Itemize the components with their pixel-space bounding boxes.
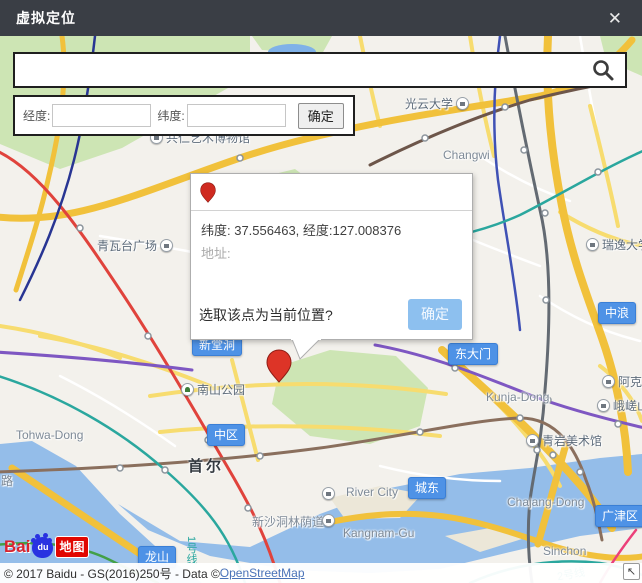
baidu-logo-text: Bai [4, 537, 30, 557]
museum-icon [602, 375, 615, 388]
popup-tail [285, 339, 327, 361]
pan-corner-icon[interactable]: ↖ [623, 563, 640, 580]
latitude-field[interactable] [187, 104, 286, 127]
window-title: 虚拟定位 [16, 8, 76, 28]
search-icon[interactable] [591, 58, 615, 82]
map-label-plaza: 青瓦台广场 [97, 237, 173, 254]
location-popup: 纬度: 37.556463, 经度:127.008376 地址: 选取该点为当前… [190, 173, 473, 340]
latitude-label: 纬度: [157, 107, 184, 124]
map-label-area: Chajang-Dong [507, 495, 584, 509]
popup-footer: 选取该点为当前位置? 确定 [199, 299, 462, 330]
map-canvas[interactable]: 光云大学 Changwi 瑞逸大学 中浪 东大门 Kunja-Dong 阿克力 … [0, 36, 642, 583]
close-icon[interactable]: ✕ [604, 8, 626, 29]
title-bar: 虚拟定位 ✕ [0, 0, 642, 36]
map-label-area: Changwi [443, 148, 490, 162]
longitude-field[interactable] [52, 104, 151, 127]
popup-address-label: 地址: [201, 243, 462, 262]
museum-icon [526, 434, 539, 447]
map-label-street: 新沙洞林荫道 [252, 513, 324, 530]
search-input[interactable] [15, 54, 591, 86]
district-badge: 城东 [408, 477, 446, 499]
map-label-area: River City [346, 485, 398, 499]
openstreetmap-link[interactable]: OpenStreetMap [220, 566, 305, 580]
university-icon [586, 238, 599, 251]
district-badge: 东大门 [448, 343, 498, 365]
district-badge: 中浪 [598, 302, 636, 324]
popup-header [191, 174, 472, 211]
map-label-city: 首尔 [188, 455, 224, 476]
map-attribution: © 2017 Baidu - GS(2016)250号 - Data © Ope… [0, 563, 642, 583]
map-label-park: 南山公园 [181, 381, 245, 398]
district-badge: 广津区 [595, 505, 642, 527]
baidu-logo: Bai du 地图 [4, 536, 89, 558]
popup-coordinates: 纬度: 37.556463, 经度:127.008376 [201, 220, 462, 239]
longitude-label: 经度: [23, 107, 50, 124]
popup-question: 选取该点为当前位置? [199, 305, 333, 325]
district-badge: 中区 [207, 424, 245, 446]
tree-icon [181, 383, 194, 396]
attribution-text: © 2017 Baidu - GS(2016)250号 - Data © [4, 565, 220, 582]
map-label-area: Sinchon [543, 544, 586, 558]
red-pin-icon [200, 181, 216, 204]
search-bar [13, 52, 627, 88]
popup-body: 纬度: 37.556463, 经度:127.008376 地址: [191, 211, 472, 262]
map-label-road: 路 [1, 472, 13, 489]
map-label-poi: 峨嵯山 [597, 397, 642, 414]
museum-icon [597, 399, 610, 412]
plaza-icon [160, 239, 173, 252]
map-label-area: Kangnam-Gu [343, 526, 414, 540]
baidu-map-badge: 地图 [55, 536, 89, 558]
map-label-poi: 阿克力 [602, 373, 642, 390]
coordinate-confirm-button[interactable]: 确定 [298, 103, 344, 129]
poi-icon [322, 487, 335, 500]
map-label-university: 瑞逸大学 [586, 236, 642, 253]
virtual-location-window: 虚拟定位 ✕ [0, 0, 642, 583]
map-label-area: Kunja-Dong [486, 390, 549, 404]
poi-icon [322, 514, 335, 527]
popup-confirm-button[interactable]: 确定 [408, 299, 462, 330]
metro-line-label: 1号线 [183, 536, 199, 564]
map-label-university: 光云大学 [405, 95, 469, 112]
coordinate-form: 经度: 纬度: 确定 [13, 95, 355, 136]
map-label-area: Tohwa-Dong [16, 428, 83, 442]
baidu-paw-icon: du [32, 537, 53, 558]
map-label-museum: 青岩美术馆 [526, 432, 602, 449]
university-icon [456, 97, 469, 110]
